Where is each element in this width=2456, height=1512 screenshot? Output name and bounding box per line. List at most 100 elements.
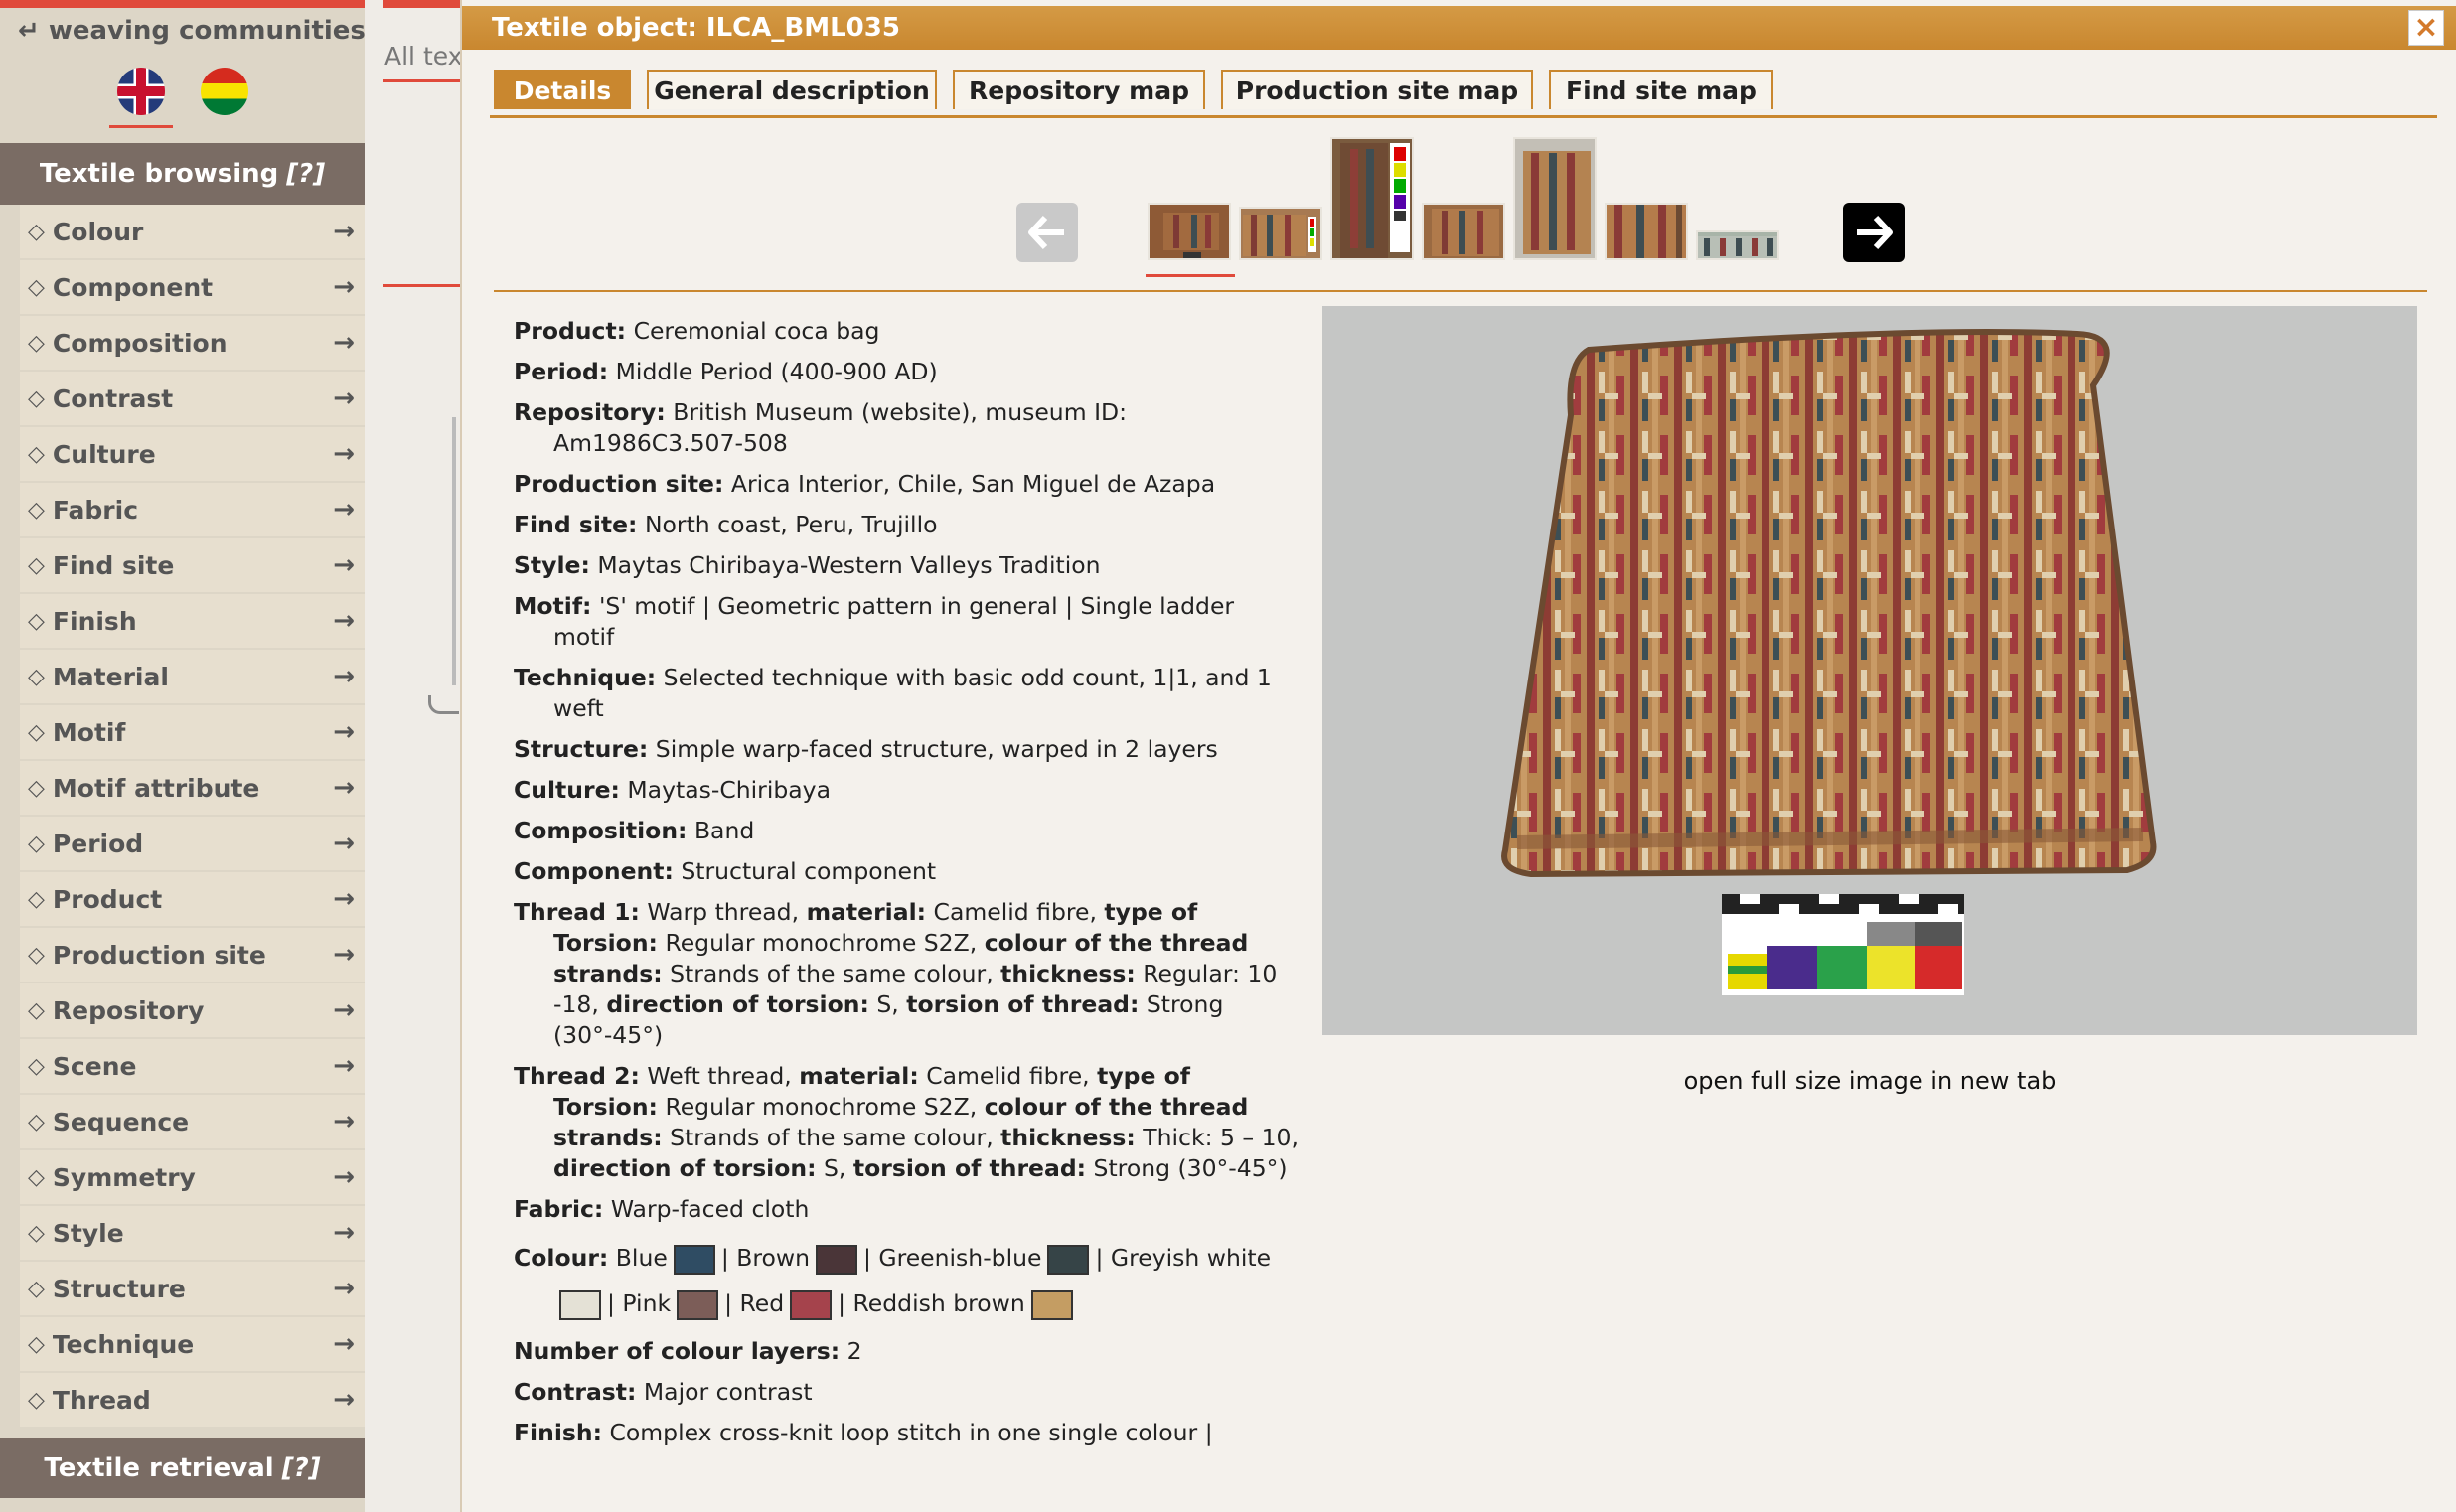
colour-name: Red	[739, 1289, 785, 1317]
thread2-type: Weft thread,	[647, 1062, 792, 1090]
sidebar-item-period[interactable]: ◇ Period →	[20, 817, 365, 870]
arrow-right-icon: →	[333, 550, 355, 580]
culture-value: Maytas-Chiribaya	[627, 776, 831, 804]
thumbnail-1-image	[1163, 213, 1219, 258]
detail-repository: Repository: British Museum (website), mu…	[514, 397, 1299, 459]
sidebar-item-product[interactable]: ◇ Product →	[20, 872, 365, 926]
previous-image-button[interactable]	[1016, 203, 1078, 262]
tab-production-site-map[interactable]: Production site map	[1221, 70, 1533, 109]
period-label: Period:	[514, 358, 609, 385]
colour-name: Greenish-blue	[878, 1244, 1042, 1272]
thumbnail-7[interactable]	[1696, 230, 1779, 260]
sidebar-item-material[interactable]: ◇ Material →	[20, 650, 365, 703]
next-image-button[interactable]	[1843, 203, 1905, 262]
weaving-communities-link[interactable]: ↵ weaving communities	[18, 16, 365, 46]
sidebar-item-label: Thread	[52, 1385, 151, 1415]
contrast-label: Contrast:	[514, 1378, 637, 1406]
thumbnail-2[interactable]	[1239, 207, 1322, 260]
colour-separator: |	[1095, 1244, 1111, 1272]
component-label: Component:	[514, 857, 674, 885]
arrow-right-icon: →	[333, 884, 355, 914]
sidebar-top-bar	[0, 0, 365, 8]
colour-separator: |	[724, 1289, 740, 1317]
sidebar-item-label: Scene	[52, 1051, 137, 1081]
composition-value: Band	[693, 817, 755, 844]
sidebar-item-finish[interactable]: ◇ Finish →	[20, 594, 365, 648]
retrieval-help-link[interactable]: [?]	[282, 1453, 321, 1483]
thumbnail-3-image	[1340, 143, 1410, 258]
colour-layers-value: 2	[846, 1337, 862, 1365]
sidebar-item-culture[interactable]: ◇ Culture →	[20, 427, 365, 481]
sidebar-item-composition[interactable]: ◇ Composition →	[20, 316, 365, 370]
colour-swatch	[559, 1289, 601, 1320]
close-button[interactable]: ×	[2408, 10, 2444, 46]
tab-general-description[interactable]: General description	[647, 70, 937, 109]
detail-component: Component: Structural component	[514, 856, 1299, 887]
textile-browsing-header[interactable]: Textile browsing [?]	[0, 143, 365, 205]
arrow-right-icon: →	[333, 383, 355, 413]
diamond-icon: ◇	[28, 1387, 45, 1413]
sidebar-item-label: Find site	[52, 550, 175, 580]
sidebar-item-colour[interactable]: ◇ Colour →	[20, 205, 365, 258]
background-decoration	[428, 695, 459, 714]
textile-main-image[interactable]	[1322, 306, 2417, 1035]
open-full-image-link[interactable]: open full size image in new tab	[1322, 1067, 2417, 1095]
thumbnail-5[interactable]	[1513, 137, 1597, 260]
textile-retrieval-header[interactable]: Textile retrieval [?]	[0, 1438, 365, 1498]
arrow-right-icon: →	[333, 1218, 355, 1248]
diamond-icon: ◇	[28, 831, 45, 856]
thread1-direction: S,	[876, 990, 899, 1018]
fabric-label: Fabric:	[514, 1195, 604, 1223]
composition-label: Composition:	[514, 817, 688, 844]
sidebar-item-structure[interactable]: ◇ Structure →	[20, 1262, 365, 1315]
english-flag-icon[interactable]	[117, 68, 165, 115]
sidebar-item-production-site[interactable]: ◇ Production site →	[20, 928, 365, 982]
detail-production-site: Production site: Arica Interior, Chile, …	[514, 469, 1299, 500]
thread2-torsion-label: torsion of thread:	[852, 1154, 1087, 1182]
sidebar-item-label: Motif attribute	[52, 773, 260, 803]
arrow-right-icon: →	[333, 940, 355, 970]
sidebar-item-technique[interactable]: ◇ Technique →	[20, 1317, 365, 1371]
diamond-icon: ◇	[28, 942, 45, 968]
sidebar-item-component[interactable]: ◇ Component →	[20, 260, 365, 314]
diamond-icon: ◇	[28, 1053, 45, 1079]
sidebar-item-fabric[interactable]: ◇ Fabric →	[20, 483, 365, 536]
thumbnail-6[interactable]	[1605, 203, 1688, 260]
sidebar-item-label: Culture	[52, 439, 156, 469]
finish-label: Finish:	[514, 1419, 603, 1446]
tab-find-site-map[interactable]: Find site map	[1549, 70, 1773, 109]
colour-name: Greyish white	[1110, 1244, 1272, 1272]
bolivia-flag-icon[interactable]	[201, 68, 248, 115]
colour-separator: |	[607, 1289, 623, 1317]
thumbnail-4[interactable]	[1422, 203, 1505, 260]
sidebar-item-motif[interactable]: ◇ Motif →	[20, 705, 365, 759]
sidebar-item-repository[interactable]: ◇ Repository →	[20, 983, 365, 1037]
arrow-right-icon: →	[333, 829, 355, 858]
dialog-titlebar[interactable]: Textile object: ILCA_BML035 ×	[462, 6, 2456, 50]
sidebar-item-scene[interactable]: ◇ Scene →	[20, 1039, 365, 1093]
browsing-help-link[interactable]: [?]	[286, 159, 325, 189]
sidebar-item-thread[interactable]: ◇ Thread →	[20, 1373, 365, 1427]
arrow-right-icon: →	[333, 217, 355, 246]
colour-separator: |	[720, 1244, 737, 1272]
background-scrollbar[interactable]	[452, 417, 456, 685]
sidebar-item-style[interactable]: ◇ Style →	[20, 1206, 365, 1260]
thumbnail-3[interactable]	[1330, 137, 1414, 260]
sidebar-item-find-site[interactable]: ◇ Find site →	[20, 538, 365, 592]
tab-repository-map[interactable]: Repository map	[953, 70, 1205, 109]
detail-culture: Culture: Maytas-Chiribaya	[514, 775, 1299, 806]
colour-name: Pink	[622, 1289, 672, 1317]
thread2-material: Camelid fibre,	[926, 1062, 1090, 1090]
thumbnail-7-image	[1698, 236, 1777, 258]
sidebar-item-contrast[interactable]: ◇ Contrast →	[20, 372, 365, 425]
structure-label: Structure:	[514, 735, 649, 763]
sidebar-item-motif-attribute[interactable]: ◇ Motif attribute →	[20, 761, 365, 815]
thread2-material-label: material:	[799, 1062, 919, 1090]
sidebar-item-sequence[interactable]: ◇ Sequence →	[20, 1095, 365, 1148]
diamond-icon: ◇	[28, 608, 45, 634]
tab-details[interactable]: Details	[494, 70, 631, 109]
sidebar-item-symmetry[interactable]: ◇ Symmetry →	[20, 1150, 365, 1204]
thumbnail-1[interactable]	[1148, 203, 1231, 260]
arrow-right-icon: →	[333, 773, 355, 803]
colour-swatch	[1047, 1244, 1090, 1275]
